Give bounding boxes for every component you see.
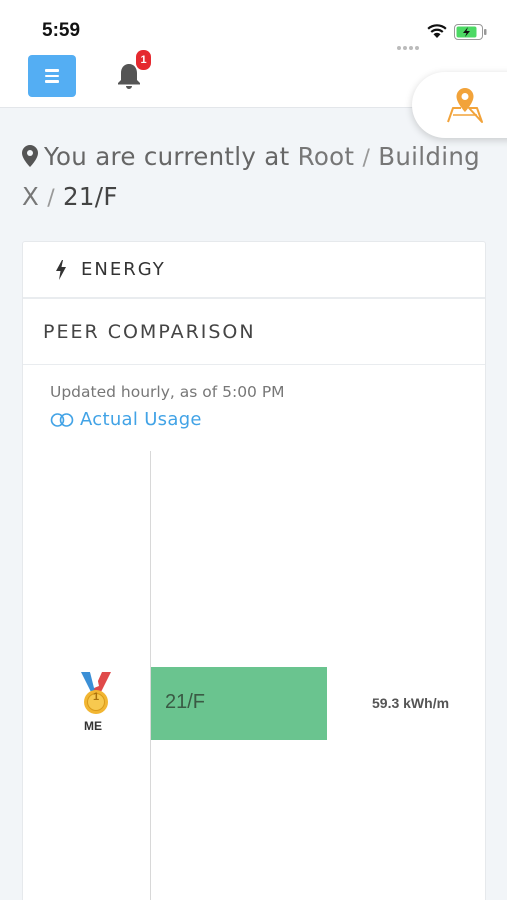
me-label: ME	[84, 719, 102, 733]
status-time: 5:59	[42, 20, 81, 41]
wifi-icon	[427, 24, 447, 38]
toggle-icon	[50, 412, 74, 427]
lightning-icon	[56, 259, 66, 280]
peer-comparison-header: PEER COMPARISON	[23, 299, 485, 365]
location-breadcrumb: You are currently at Root / Building X /…	[22, 138, 487, 218]
energy-label: ENERGY	[81, 259, 166, 280]
map-pin-icon	[447, 88, 483, 123]
map-button[interactable]	[412, 72, 507, 138]
actual-usage-toggle[interactable]: Actual Usage	[50, 409, 202, 430]
notification-badge: 1	[136, 50, 151, 70]
breadcrumb-root[interactable]: Root	[298, 142, 355, 171]
breadcrumb-separator: /	[47, 186, 55, 211]
location-prefix: You are currently at	[44, 142, 290, 171]
usage-bar[interactable]: 21/F	[151, 667, 327, 740]
bar-category-label: 21/F	[165, 691, 206, 713]
updated-text: Updated hourly, as of 5:00 PM	[50, 383, 285, 401]
status-bar: 5:59	[0, 0, 507, 50]
menu-button[interactable]	[28, 55, 76, 97]
bar-value-label: 59.3 kWh/m	[372, 695, 450, 711]
hamburger-icon	[45, 69, 59, 72]
breadcrumb-separator: /	[362, 146, 371, 171]
energy-header[interactable]: ENERGY	[23, 242, 485, 299]
section-title: PEER COMPARISON	[43, 320, 256, 343]
medal-rank: 1	[92, 691, 100, 703]
location-pin-icon	[22, 145, 38, 167]
energy-card: ENERGY PEER COMPARISON Updated hourly, a…	[22, 241, 486, 900]
breadcrumb-floor: 21/F	[63, 182, 118, 211]
battery-icon	[454, 24, 487, 40]
toggle-label: Actual Usage	[80, 409, 202, 430]
